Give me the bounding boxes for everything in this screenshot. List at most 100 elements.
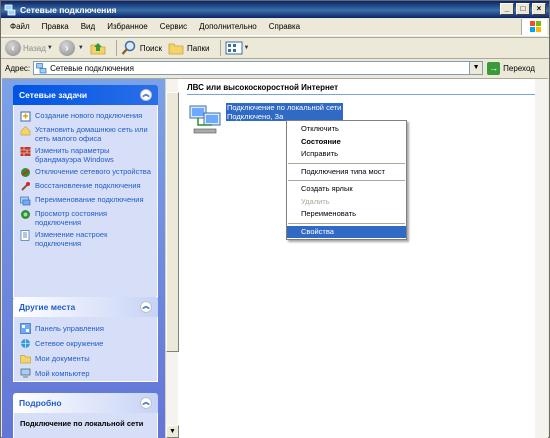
task-pane-scrollbar[interactable]: ▼: [165, 79, 179, 438]
task-view-status[interactable]: Просмотр состояния подключения: [20, 209, 153, 227]
folders-label: Папки: [187, 43, 210, 53]
task-firewall[interactable]: Изменить параметры брандмауэра Windows: [20, 146, 153, 164]
menu-item-create-shortcut[interactable]: Создать ярлык: [287, 183, 406, 196]
place-label: Мой компьютер: [35, 369, 90, 378]
scrollbar-thumb[interactable]: [166, 92, 179, 352]
menu-item-status[interactable]: Состояние: [287, 136, 406, 149]
network-tasks-header[interactable]: Сетевые задачи ︽: [13, 85, 158, 105]
minimize-button[interactable]: _: [500, 3, 514, 15]
task-change-settings[interactable]: Изменение настроек подключения: [20, 230, 153, 248]
main-scrollbar[interactable]: [535, 79, 548, 438]
menu-item-properties[interactable]: Свойства: [287, 225, 406, 238]
other-places-panel: Другие места ︽ Панель управления Сетевое…: [13, 297, 158, 382]
up-button[interactable]: [90, 40, 106, 56]
network-tasks-body: Создание нового подключения Установить д…: [13, 105, 158, 298]
collapse-icon[interactable]: ︽: [140, 89, 152, 101]
scroll-down-icon[interactable]: ▼: [166, 425, 179, 438]
menu-bar: Файл Правка Вид Избранное Сервис Дополни…: [1, 18, 549, 36]
other-places-title: Другие места: [19, 302, 76, 312]
task-label: Восстановление подключения: [35, 181, 141, 190]
place-network-neighborhood[interactable]: Сетевое окружение: [20, 338, 153, 349]
title-bar[interactable]: Сетевые подключения _ □ ×: [1, 1, 549, 18]
menu-item-repair[interactable]: Исправить: [287, 148, 406, 161]
menu-view[interactable]: Вид: [75, 22, 101, 31]
menu-favorites[interactable]: Избранное: [101, 22, 154, 31]
back-arrow-icon: ‹: [5, 40, 21, 56]
window-title: Сетевые подключения: [20, 4, 117, 15]
menu-separator: [288, 162, 405, 164]
network-tasks-title: Сетевые задачи: [19, 90, 88, 100]
my-computer-icon: [20, 368, 31, 378]
menu-item-bridge[interactable]: Подключения типа мост: [287, 166, 406, 179]
menu-separator: [288, 222, 405, 224]
address-input[interactable]: Сетевые подключения ▼: [33, 61, 484, 75]
views-button[interactable]: ▼: [225, 40, 250, 56]
task-rename[interactable]: Переименование подключения: [20, 195, 153, 206]
details-header[interactable]: Подробно ︽: [13, 393, 158, 413]
details-body: Подключение по локальной сети: [13, 413, 158, 438]
task-disable-device[interactable]: Отключение сетевого устройства: [20, 167, 153, 178]
task-label: Установить домашнюю сеть или сеть малого…: [35, 125, 148, 143]
rename-icon: [20, 196, 31, 206]
network-tasks-panel: Сетевые задачи ︽ Создание нового подключ…: [13, 85, 158, 298]
go-button[interactable]: → Переход: [487, 61, 535, 75]
lan-connection-icon[interactable]: [188, 103, 223, 135]
views-dropdown-icon[interactable]: ▼: [244, 45, 250, 51]
close-button[interactable]: ×: [532, 3, 546, 15]
view-status-icon: [21, 210, 30, 219]
views-icon: [225, 41, 242, 55]
maximize-button[interactable]: □: [516, 3, 530, 15]
task-label: Создание нового подключения: [35, 111, 143, 120]
menu-file[interactable]: Файл: [4, 22, 36, 31]
folders-button[interactable]: Папки: [168, 40, 210, 56]
back-button[interactable]: ‹ Назад ▼: [5, 40, 53, 56]
back-dropdown-icon[interactable]: ▼: [47, 45, 53, 51]
collapse-icon[interactable]: ︽: [140, 301, 152, 313]
task-label: Изменение настроек подключения: [35, 230, 108, 248]
address-dropdown-icon[interactable]: ▼: [469, 62, 483, 74]
forward-button[interactable]: › ▼: [58, 40, 84, 56]
folders-icon: [168, 43, 184, 55]
other-places-body: Панель управления Сетевое окружение Мои …: [13, 317, 158, 382]
network-folder-icon: [36, 62, 47, 73]
menu-help[interactable]: Справка: [263, 22, 306, 31]
search-button[interactable]: Поиск: [121, 40, 162, 56]
task-home-network[interactable]: Установить домашнюю сеть или сеть малого…: [20, 125, 153, 143]
toolbar-separator: [219, 40, 221, 56]
task-repair[interactable]: Восстановление подключения: [20, 181, 153, 192]
menu-advanced[interactable]: Дополнительно: [193, 22, 263, 31]
my-documents-icon: [20, 355, 31, 364]
task-create-connection[interactable]: Создание нового подключения: [20, 111, 153, 122]
group-divider: [187, 94, 542, 95]
search-label: Поиск: [139, 43, 162, 53]
place-control-panel[interactable]: Панель управления: [20, 323, 153, 334]
place-label: Мои документы: [35, 354, 90, 363]
home-network-icon: [20, 126, 31, 136]
menu-tools[interactable]: Сервис: [154, 22, 193, 31]
task-label: Переименование подключения: [35, 195, 144, 204]
window-controls: _ □ ×: [500, 3, 546, 15]
change-settings-icon: [20, 230, 30, 241]
menu-edit[interactable]: Правка: [36, 22, 75, 31]
details-title: Подробно: [19, 398, 62, 408]
network-connections-icon: [4, 4, 16, 15]
back-label: Назад: [23, 43, 46, 53]
control-panel-icon: [20, 323, 31, 334]
new-connection-icon: [20, 111, 31, 122]
collapse-icon[interactable]: ︽: [140, 397, 152, 409]
search-icon: [121, 40, 136, 55]
forward-arrow-icon: ›: [58, 40, 75, 56]
toolbar-separator: [115, 40, 117, 56]
address-label: Адрес:: [5, 63, 31, 73]
lan-connection-item[interactable]: Подключение по локальной сети Подключено…: [226, 103, 343, 121]
place-my-documents[interactable]: Мои документы: [20, 353, 153, 364]
context-menu: Отключить Состояние Исправить Подключени…: [286, 120, 407, 240]
folder-up-icon: [90, 43, 106, 55]
menu-item-disconnect[interactable]: Отключить: [287, 123, 406, 136]
details-text: Подключение по локальной сети: [20, 419, 144, 428]
forward-dropdown-icon[interactable]: ▼: [78, 45, 84, 51]
other-places-header[interactable]: Другие места ︽: [13, 297, 158, 317]
place-my-computer[interactable]: Мой компьютер: [20, 368, 153, 379]
repair-icon: [21, 182, 30, 191]
menu-item-rename[interactable]: Переименовать: [287, 208, 406, 221]
